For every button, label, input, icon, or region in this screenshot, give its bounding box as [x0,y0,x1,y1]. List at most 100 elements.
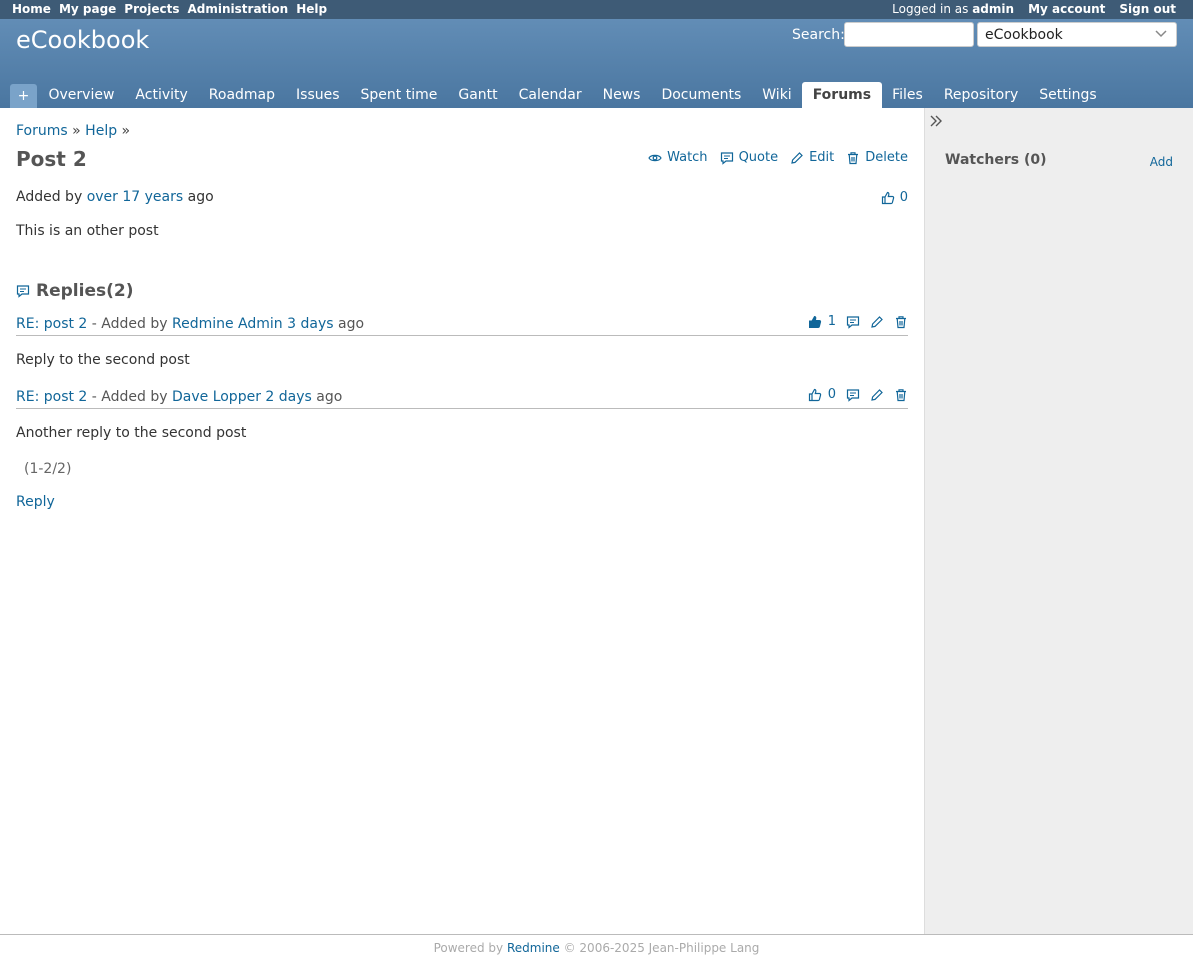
reply-age-link[interactable]: 2 days [265,389,311,405]
tab-spent-time[interactable]: Spent time [350,82,448,108]
trash-icon [846,151,860,165]
project-title[interactable]: eCookbook [16,26,149,54]
delete-label: Delete [865,150,908,165]
main-menu: + Overview Activity Roadmap Issues Spent… [10,82,1107,108]
reply-header: RE: post 2 - Added by Redmine Admin 3 da… [16,314,908,336]
watch-label: Watch [667,150,708,165]
reply-age-link[interactable]: 3 days [287,316,333,332]
pencil-icon[interactable] [870,315,884,329]
tab-repository[interactable]: Repository [933,82,1028,108]
reply-subject-link[interactable]: RE: post 2 [16,316,87,332]
reply-like-button[interactable]: 1 [808,314,836,329]
top-menu-right: Logged in as admin My account Sign out [892,2,1176,16]
tab-news[interactable]: News [592,82,651,108]
logged-in-prefix: Logged in as [892,2,969,16]
main-content: Forums » Help » Post 2 Watch Quote Edit … [0,108,924,934]
thumbs-up-icon [881,191,895,205]
delete-button[interactable]: Delete [846,150,908,165]
trash-icon[interactable] [894,388,908,402]
reply-body: Reply to the second post [16,352,190,368]
add-watcher-link[interactable]: Add [1150,155,1173,169]
post-like-button[interactable]: 0 [881,190,908,205]
reply-tools: 0 [808,387,908,402]
top-menu-projects[interactable]: Projects [124,2,179,16]
pagination-info: (1-2/2) [24,461,72,477]
breadcrumb-separator: » [72,123,81,139]
logged-in-as: Logged in as admin [892,2,1014,16]
sidebar-collapse-icon[interactable] [929,113,943,133]
quote-label: Quote [738,150,779,165]
quote-button[interactable]: Quote [720,150,779,165]
search-input[interactable] [844,22,974,47]
reply-item: RE: post 2 - Added by Dave Lopper 2 days… [16,387,908,441]
tab-documents[interactable]: Documents [651,82,752,108]
top-menu-sign-out[interactable]: Sign out [1119,2,1176,16]
edit-button[interactable]: Edit [790,150,834,165]
reply-age-suffix: ago [316,389,343,405]
eye-icon [648,151,662,165]
header: eCookbook Search: eCookbook + Overview A… [0,19,1193,108]
logged-in-user[interactable]: admin [972,2,1014,16]
tab-activity[interactable]: Activity [125,82,198,108]
footer-redmine-link[interactable]: Redmine [507,941,560,955]
footer-copyright: © 2006-2025 Jean-Philippe Lang [563,941,760,955]
quote-icon[interactable] [846,315,860,329]
footer: Powered by Redmine © 2006-2025 Jean-Phil… [0,934,1193,962]
tab-overview[interactable]: Overview [38,82,125,108]
replies-heading: Replies(2) [16,281,133,301]
comments-icon [16,284,30,298]
post-like-count: 0 [899,190,908,205]
page-title: Post 2 [16,147,87,171]
tab-calendar[interactable]: Calendar [508,82,592,108]
sidebar: Watchers (0) Add [924,108,1193,934]
tab-issues[interactable]: Issues [286,82,351,108]
age-suffix: ago [187,189,214,205]
top-menu-home[interactable]: Home [12,2,51,16]
top-menu-my-page[interactable]: My page [59,2,116,16]
trash-icon[interactable] [894,315,908,329]
reply-like-button[interactable]: 0 [808,387,836,402]
project-jump-value: eCookbook [985,27,1063,43]
tab-gantt[interactable]: Gantt [448,82,508,108]
tab-forums[interactable]: Forums [802,82,882,108]
reply-added-by: - Added by [91,389,168,405]
tab-roadmap[interactable]: Roadmap [198,82,285,108]
new-object-button[interactable]: + [10,84,37,108]
reply-author-link[interactable]: Redmine Admin [172,316,283,332]
edit-label: Edit [809,150,835,165]
pencil-icon [790,151,804,165]
reply-link[interactable]: Reply [16,494,55,510]
breadcrumb-separator: » [121,123,131,139]
post-actions: Watch Quote Edit Delete [648,150,908,165]
reply-item: RE: post 2 - Added by Redmine Admin 3 da… [16,314,908,368]
reply-added-by: - Added by [91,316,168,332]
reply-like-count: 1 [827,314,836,329]
comment-icon [720,151,734,165]
top-menu: Home My page Projects Administration Hel… [0,0,1193,19]
reply-subject-link[interactable]: RE: post 2 [16,389,87,405]
post-body: This is an other post [16,223,159,239]
chevron-down-icon [1155,24,1167,48]
breadcrumb-help[interactable]: Help [85,123,117,139]
tab-settings[interactable]: Settings [1029,82,1107,108]
watch-button[interactable]: Watch [648,150,708,165]
top-menu-my-account[interactable]: My account [1028,2,1105,16]
breadcrumb-forums[interactable]: Forums [16,123,68,139]
tab-files[interactable]: Files [882,82,934,108]
footer-prefix: Powered by [433,941,504,955]
thumbs-up-icon [808,388,822,402]
replies-heading-text: Replies(2) [36,281,134,301]
quote-icon[interactable] [846,388,860,402]
post-meta: Added by over 17 years ago [16,189,214,205]
reply-author-link[interactable]: Dave Lopper [172,389,261,405]
reply-tools: 1 [808,314,908,329]
post-age-link[interactable]: over 17 years [87,189,183,205]
top-menu-help[interactable]: Help [296,2,327,16]
pencil-icon[interactable] [870,388,884,402]
breadcrumb: Forums » Help » [16,123,130,139]
top-menu-administration[interactable]: Administration [188,2,289,16]
tab-wiki[interactable]: Wiki [752,82,802,108]
added-by-prefix: Added by [16,189,83,205]
project-jump-select[interactable]: eCookbook [977,22,1177,47]
top-menu-left: Home My page Projects Administration Hel… [12,2,327,16]
